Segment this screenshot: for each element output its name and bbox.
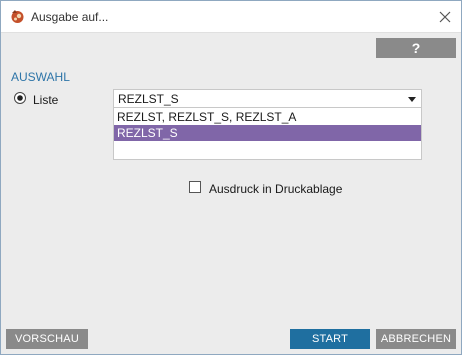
start-button[interactable]: START: [290, 329, 370, 349]
radio-label-liste[interactable]: Liste: [33, 93, 58, 107]
dropdown-option[interactable]: REZLST, REZLST_S, REZLST_A: [114, 109, 421, 125]
preview-button[interactable]: VORSCHAU: [6, 329, 88, 349]
window-title: Ausgabe auf...: [31, 10, 109, 24]
cancel-button[interactable]: ABBRECHEN: [376, 329, 456, 349]
select-value: REZLST_S: [118, 92, 179, 106]
help-button[interactable]: ?: [376, 38, 456, 58]
print-tray-checkbox[interactable]: [189, 181, 201, 193]
titlebar: Ausgabe auf...: [1, 1, 461, 33]
dialog-window: Ausgabe auf... ? AUSWAHL Liste REZLST_S …: [0, 0, 462, 355]
print-tray-label[interactable]: Ausdruck in Druckablage: [209, 182, 342, 196]
chevron-down-icon: [408, 97, 416, 102]
radio-liste[interactable]: [13, 91, 27, 105]
list-select[interactable]: REZLST_S: [113, 89, 422, 108]
section-label-auswahl: AUSWAHL: [11, 70, 70, 84]
dropdown-list: REZLST, REZLST_S, REZLST_A REZLST_S: [113, 108, 422, 160]
dropdown-option-selected[interactable]: REZLST_S: [114, 125, 421, 141]
app-icon: [10, 9, 25, 24]
close-icon[interactable]: [433, 5, 457, 29]
